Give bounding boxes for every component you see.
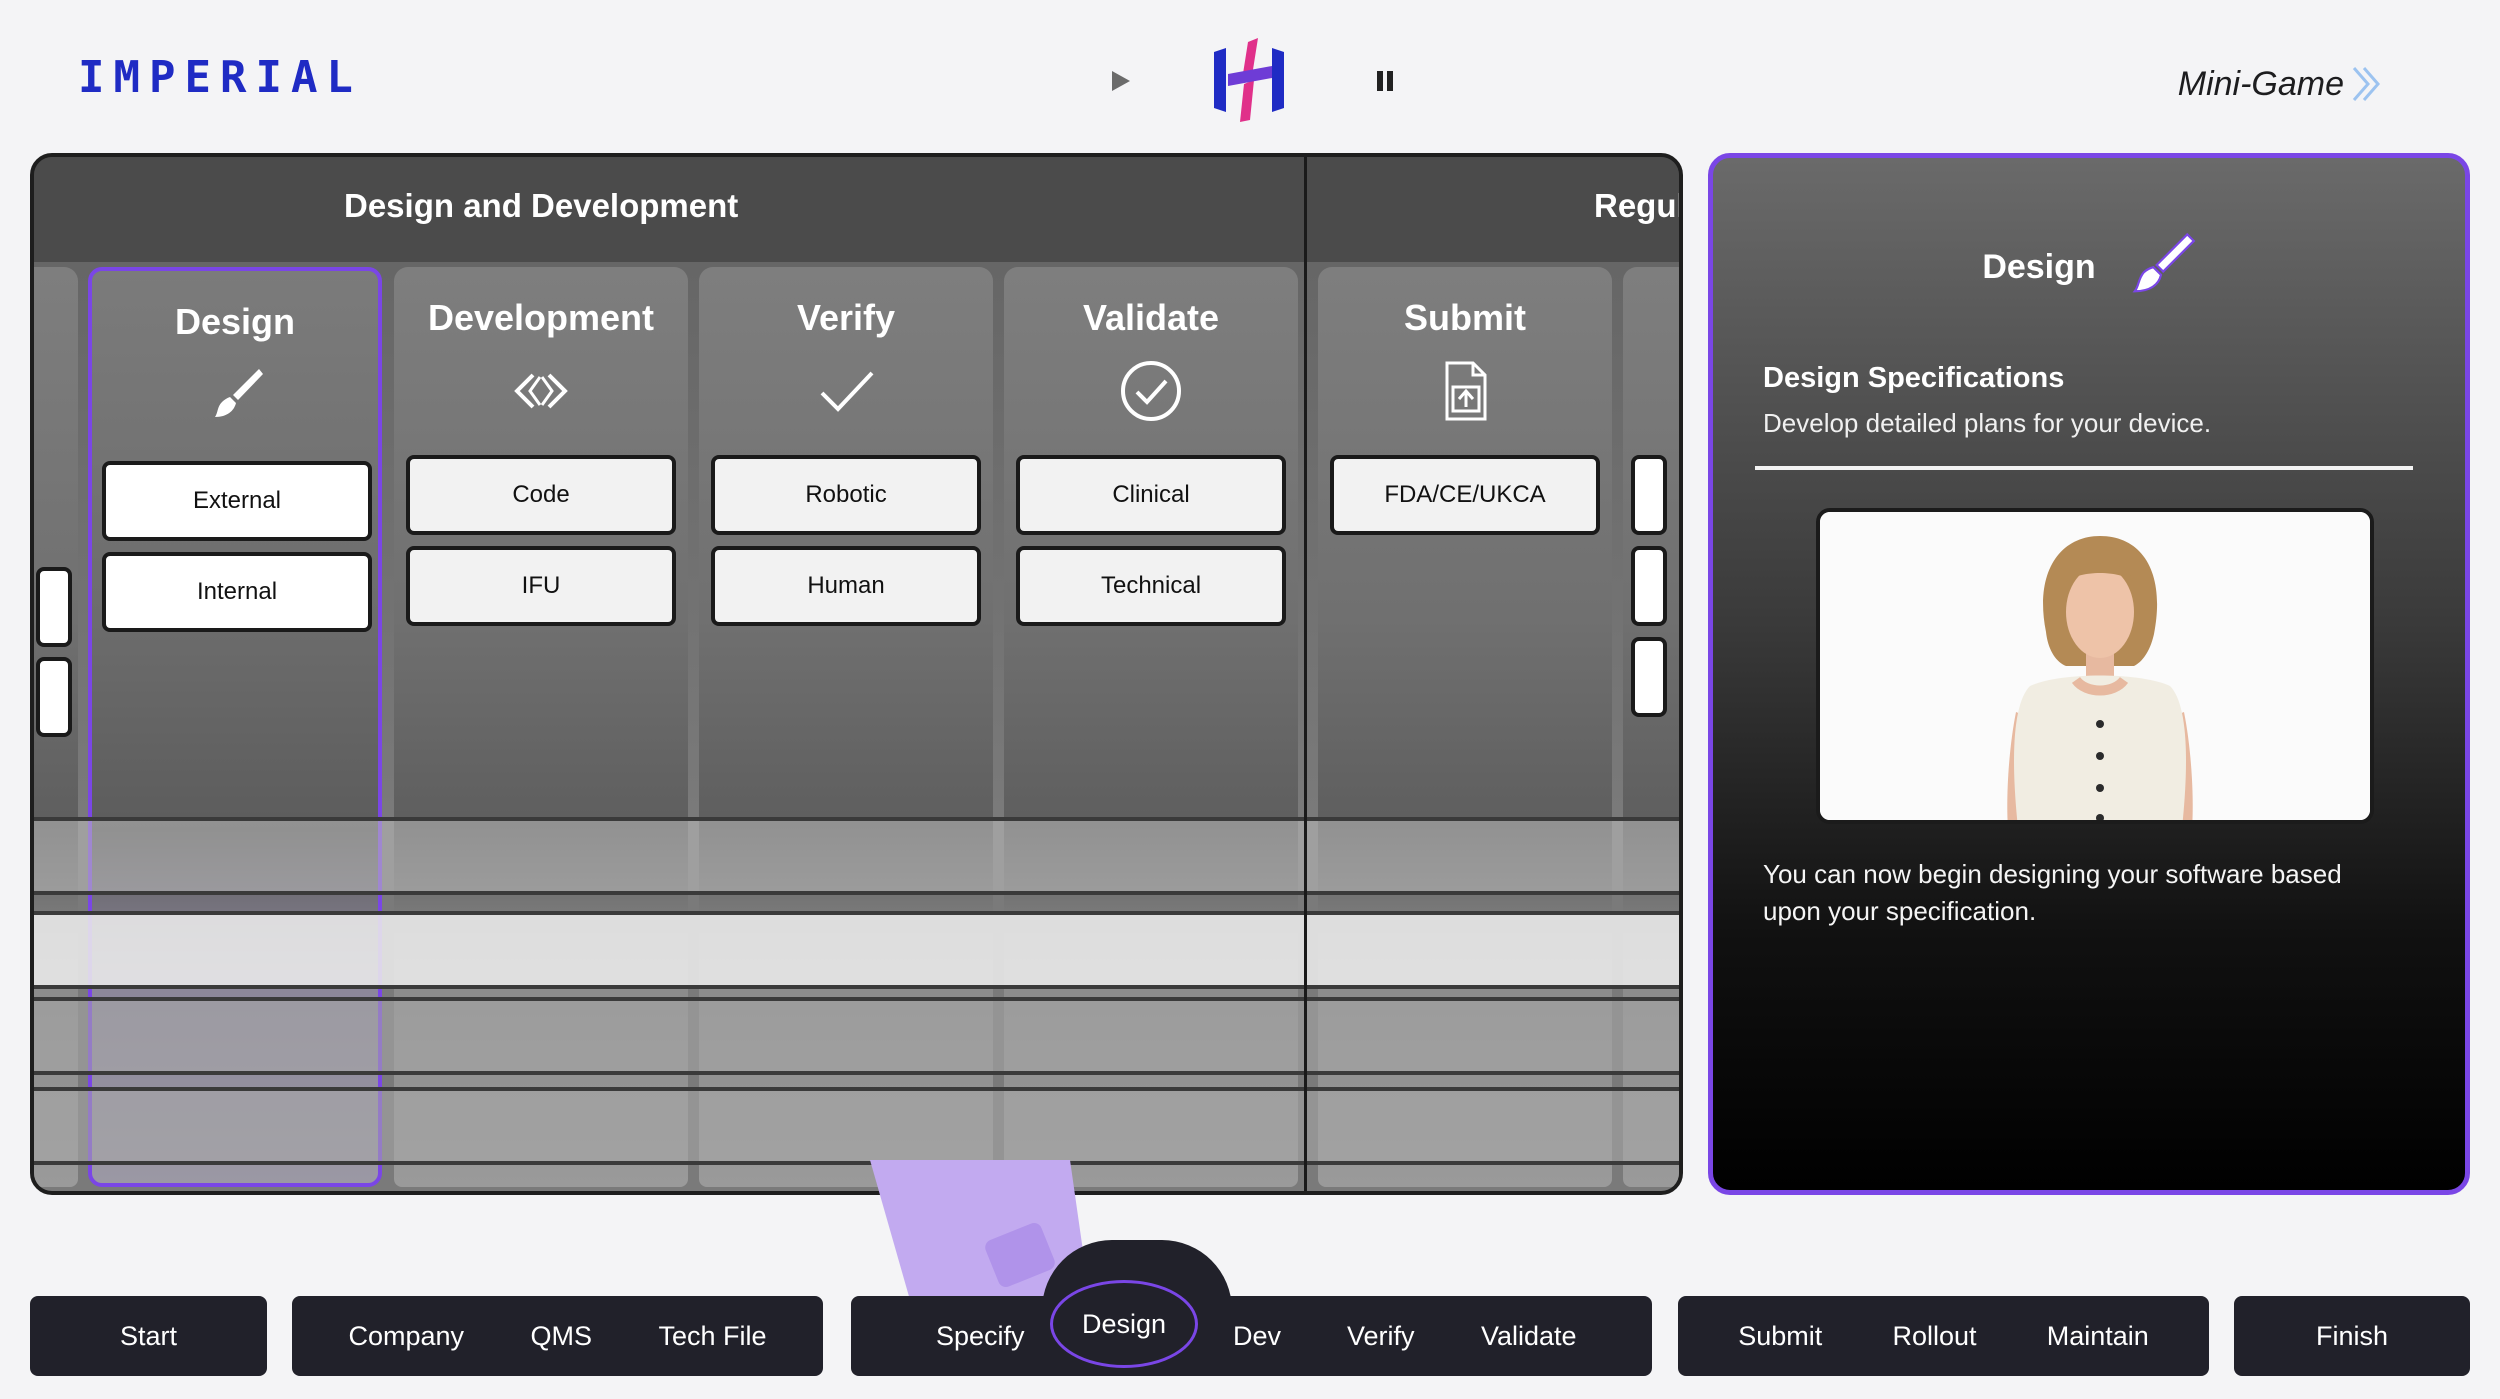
chip-clinical[interactable]: Clinical xyxy=(1016,455,1286,535)
nav-item-finish[interactable]: Finish xyxy=(2306,1313,2398,1360)
divider xyxy=(1755,466,2413,470)
chip-ifu[interactable]: IFU xyxy=(406,546,676,626)
presenter-video[interactable] xyxy=(1816,508,2374,824)
presenter-illustration xyxy=(1820,512,2370,820)
chip-partial[interactable] xyxy=(1631,546,1667,626)
column-title: Development xyxy=(427,297,655,338)
nav-group-start: Start xyxy=(30,1296,267,1376)
imperial-logo: IMPERIAL xyxy=(78,52,362,103)
nav-item-validate[interactable]: Validate xyxy=(1471,1313,1587,1360)
chip-human[interactable]: Human xyxy=(711,546,981,626)
pipeline-board: Design and Development Regul Design Exte… xyxy=(30,153,1683,1195)
document-upload-icon xyxy=(1433,359,1497,423)
chip-partial[interactable] xyxy=(1631,455,1667,535)
nav-item-maintain[interactable]: Maintain xyxy=(2037,1313,2159,1360)
minigame-link[interactable]: Mini-Game xyxy=(2178,64,2388,104)
chip-fda-ce-ukca[interactable]: FDA/CE/UKCA xyxy=(1330,455,1600,535)
nav-item-rollout[interactable]: Rollout xyxy=(1882,1313,1986,1360)
media-controls xyxy=(1100,30,1400,130)
nav-item-design-current[interactable]: Design xyxy=(1050,1280,1198,1368)
panel-description: Develop detailed plans for your device. xyxy=(1763,408,2212,438)
nav-item-qms[interactable]: QMS xyxy=(521,1313,603,1360)
chip-technical[interactable]: Technical xyxy=(1016,546,1286,626)
swimlane xyxy=(34,1087,1679,1165)
column-title: Verify xyxy=(796,297,896,338)
swimlane xyxy=(34,911,1679,989)
nav-group-setup: Company QMS Tech File xyxy=(292,1296,823,1376)
section-title-design-development: Design and Development xyxy=(344,187,739,224)
checkmark-icon xyxy=(814,359,878,423)
nav-item-dev[interactable]: Dev xyxy=(1223,1313,1291,1360)
double-chevron-right-icon xyxy=(2348,64,2388,104)
nav-item-start[interactable]: Start xyxy=(110,1313,187,1360)
code-brackets-icon xyxy=(509,359,573,423)
nav-item-verify[interactable]: Verify xyxy=(1337,1313,1425,1360)
column-title: Validate xyxy=(1082,297,1220,338)
minigame-label: Mini-Game xyxy=(2177,64,2344,103)
swimlane xyxy=(34,817,1679,895)
column-title: Design xyxy=(174,301,296,342)
play-icon[interactable] xyxy=(1110,69,1132,98)
panel-title: Design xyxy=(1982,248,2096,286)
nav-item-tech-file[interactable]: Tech File xyxy=(648,1313,776,1360)
nav-item-submit[interactable]: Submit xyxy=(1728,1313,1832,1360)
pause-icon[interactable] xyxy=(1375,69,1395,98)
chip-external[interactable]: External xyxy=(102,461,372,541)
panel-body-text: You can now begin designing your softwar… xyxy=(1763,859,2342,926)
paintbrush-icon xyxy=(203,363,267,427)
column-title: Submit xyxy=(1404,297,1526,338)
check-circle-icon xyxy=(1119,359,1183,423)
info-panel: Design Design Specifications Develop det… xyxy=(1708,153,2470,1195)
chip-partial[interactable] xyxy=(1631,637,1667,717)
nav-group-development: Specify Dev Verify Validate xyxy=(851,1296,1652,1376)
nav-group-finish: Finish xyxy=(2234,1296,2470,1376)
chip-partial[interactable] xyxy=(36,657,72,737)
nav-item-company[interactable]: Company xyxy=(338,1313,474,1360)
chip-partial[interactable] xyxy=(36,567,72,647)
brand-logo-icon xyxy=(1210,38,1290,127)
nav-group-regulatory: Submit Rollout Maintain xyxy=(1678,1296,2209,1376)
panel-subtitle: Design Specifications xyxy=(1763,362,2065,394)
nav-item-specify[interactable]: Specify xyxy=(926,1313,1035,1360)
paintbrush-icon xyxy=(2126,230,2196,305)
section-title-regulatory: Regul xyxy=(1594,187,1683,224)
chip-code[interactable]: Code xyxy=(406,455,676,535)
chip-internal[interactable]: Internal xyxy=(102,552,372,632)
chip-robotic[interactable]: Robotic xyxy=(711,455,981,535)
section-divider xyxy=(1304,157,1307,1191)
panel-header: Design xyxy=(1713,230,2465,305)
swimlane xyxy=(34,997,1679,1075)
